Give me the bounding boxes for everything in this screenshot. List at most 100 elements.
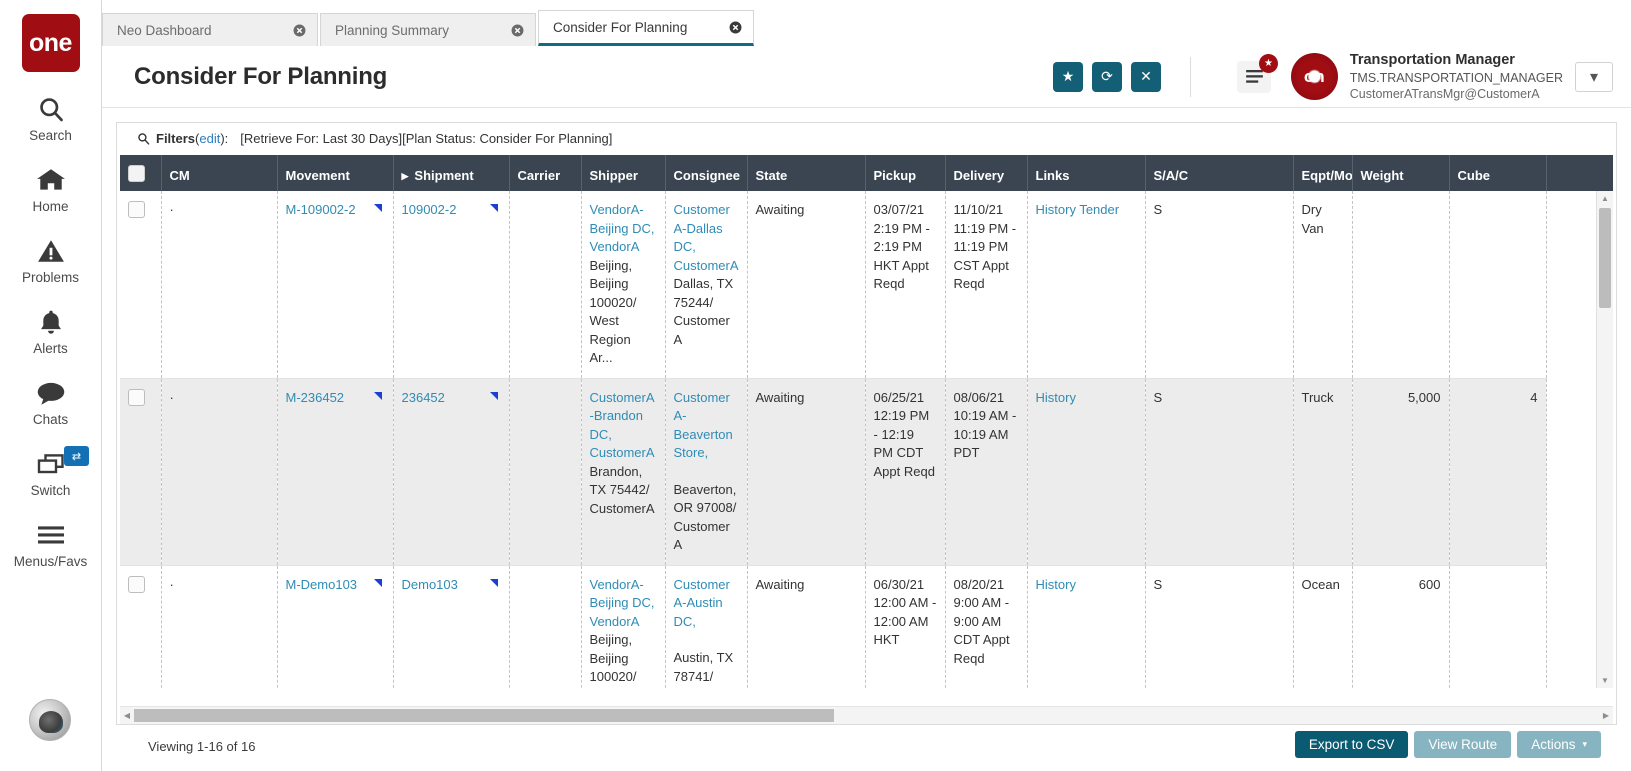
row-select-cell[interactable] — [120, 191, 161, 378]
table-row[interactable]: · M-Demo103 Demo103 VendorA-Beijing DC, … — [120, 565, 1546, 688]
cell-movement[interactable]: M-Demo103 — [277, 565, 393, 688]
cell-movement[interactable]: M-236452 — [277, 378, 393, 565]
panel-footer: Viewing 1-16 of 16 Export to CSV View Ro… — [116, 725, 1617, 771]
avatar[interactable]: on — [1291, 53, 1338, 100]
movement-link[interactable]: M-Demo103 — [286, 577, 358, 592]
row-checkbox[interactable] — [128, 201, 145, 218]
cell-consignee[interactable]: CustomerA-Dallas DC, CustomerA Dallas, T… — [665, 191, 747, 378]
shipment-link[interactable]: 236452 — [402, 390, 445, 405]
column-header-shipper[interactable]: Shipper — [581, 155, 665, 191]
column-header-eqpt[interactable]: Eqpt/Mod — [1293, 155, 1352, 191]
links-link[interactable]: History — [1036, 390, 1076, 405]
header-row: CM Movement ▶Shipment Carrier Shipper Co… — [120, 155, 1546, 191]
column-header-cm[interactable]: CM — [161, 155, 277, 191]
close-icon[interactable] — [511, 24, 524, 37]
row-checkbox[interactable] — [128, 389, 145, 406]
menu-button[interactable]: ★ — [1237, 61, 1271, 93]
column-header-weight[interactable]: Weight — [1352, 155, 1449, 191]
vertical-scrollbar[interactable]: ▲ ▼ — [1596, 191, 1613, 688]
view-route-button[interactable]: View Route — [1414, 731, 1511, 758]
select-all-checkbox[interactable] — [128, 165, 145, 182]
switch-badge-icon[interactable]: ⇄ — [64, 446, 89, 466]
cell-state: Awaiting — [747, 191, 865, 378]
cell-links[interactable]: History Tender — [1027, 191, 1145, 378]
cell-consignee[interactable]: CustomerA-Austin DC, Austin, TX 78741/ C… — [665, 565, 747, 688]
cell-shipment[interactable]: Demo103 — [393, 565, 509, 688]
vertical-scroll-thumb[interactable] — [1599, 208, 1611, 308]
row-select-cell[interactable] — [120, 378, 161, 565]
sidebar-item-alerts[interactable]: Alerts — [0, 307, 101, 356]
column-header-consignee[interactable]: Consignee — [665, 155, 747, 191]
close-button[interactable]: ✕ — [1131, 62, 1161, 92]
export-to-csv-button[interactable]: Export to CSV — [1295, 731, 1409, 758]
user-email: CustomerATransMgr@CustomerA — [1350, 86, 1563, 102]
scroll-down-icon[interactable]: ▼ — [1597, 673, 1613, 688]
shipment-link[interactable]: 109002-2 — [402, 202, 457, 217]
horizontal-scroll-track[interactable] — [134, 709, 1599, 722]
scroll-left-icon[interactable]: ◀ — [120, 711, 134, 720]
horizontal-scrollbar[interactable]: ◀ ▶ — [120, 706, 1613, 724]
note-flag-icon — [490, 392, 498, 400]
sidebar-item-search[interactable]: Search — [0, 94, 101, 143]
cell-eqpt: Dry Van — [1293, 191, 1352, 378]
tab-consider-for-planning[interactable]: Consider For Planning — [538, 10, 754, 46]
links-link[interactable]: History Tender — [1036, 202, 1120, 217]
column-header-movement[interactable]: Movement — [277, 155, 393, 191]
consignee-link[interactable]: CustomerA-Beaverton Store, — [674, 390, 733, 461]
actions-button[interactable]: Actions ▾ — [1517, 731, 1601, 758]
column-header-links[interactable]: Links — [1027, 155, 1145, 191]
sidebar-item-switch[interactable]: ⇄ Switch — [0, 449, 101, 498]
row-select-cell[interactable] — [120, 565, 161, 688]
row-checkbox[interactable] — [128, 576, 145, 593]
scroll-right-icon[interactable]: ▶ — [1599, 711, 1613, 720]
column-header-carrier[interactable]: Carrier — [509, 155, 581, 191]
cell-links[interactable]: History — [1027, 565, 1145, 688]
user-avatar-small[interactable] — [29, 699, 71, 741]
cell-links[interactable]: History — [1027, 378, 1145, 565]
filters-edit-link[interactable]: edit — [199, 131, 220, 146]
table-row[interactable]: · M-109002-2 109002-2 VendorA-Beijing DC… — [120, 191, 1546, 378]
sidebar-item-home[interactable]: Home — [0, 165, 101, 214]
shipper-link[interactable]: VendorA-Beijing DC, VendorA — [590, 202, 655, 254]
select-all-header[interactable] — [120, 155, 161, 191]
cell-shipper[interactable]: VendorA-Beijing DC, VendorA Beijing, Bei… — [581, 191, 665, 378]
cell-shipment[interactable]: 109002-2 — [393, 191, 509, 378]
app-root: one Search Home — [0, 0, 1631, 771]
cell-shipment[interactable]: 236452 — [393, 378, 509, 565]
cell-consignee[interactable]: CustomerA-Beaverton Store, Beaverton, OR… — [665, 378, 747, 565]
column-header-pickup[interactable]: Pickup — [865, 155, 945, 191]
horizontal-scroll-thumb[interactable] — [134, 709, 834, 722]
sidebar-item-problems[interactable]: Problems — [0, 236, 101, 285]
shipper-link[interactable]: CustomerA-Brandon DC, CustomerA — [590, 390, 655, 461]
close-icon[interactable] — [293, 24, 306, 37]
cell-movement[interactable]: M-109002-2 — [277, 191, 393, 378]
tab-planning-summary[interactable]: Planning Summary — [320, 13, 536, 46]
favorite-button[interactable]: ★ — [1053, 62, 1083, 92]
movement-link[interactable]: M-236452 — [286, 390, 345, 405]
cell-state: Awaiting — [747, 565, 865, 688]
movement-link[interactable]: M-109002-2 — [286, 202, 356, 217]
shipper-link[interactable]: VendorA-Beijing DC, VendorA — [590, 577, 655, 629]
column-header-shipment[interactable]: ▶Shipment — [393, 155, 509, 191]
cell-shipper[interactable]: VendorA-Beijing DC, VendorA Beijing, Bei… — [581, 565, 665, 688]
column-header-cube[interactable]: Cube — [1449, 155, 1546, 191]
consignee-link[interactable]: CustomerA-Dallas DC, CustomerA — [674, 202, 738, 273]
sidebar-item-chats[interactable]: Chats — [0, 378, 101, 427]
sidebar-item-menus-favs[interactable]: Menus/Favs — [0, 520, 101, 569]
column-header-state[interactable]: State — [747, 155, 865, 191]
table-row[interactable]: · M-236452 236452 CustomerA-Brandon DC, … — [120, 378, 1546, 565]
links-link[interactable]: History — [1036, 577, 1076, 592]
user-menu-toggle[interactable]: ▾ — [1575, 62, 1613, 92]
tab-neo-dashboard[interactable]: Neo Dashboard — [102, 13, 318, 46]
column-header-sac[interactable]: S/A/C — [1145, 155, 1293, 191]
consignee-link[interactable]: CustomerA-Austin DC, — [674, 577, 730, 629]
page-header: Consider For Planning ★ ⟳ ✕ ★ on Transpo… — [102, 46, 1631, 108]
shipment-link[interactable]: Demo103 — [402, 577, 458, 592]
cell-shipper[interactable]: CustomerA-Brandon DC, CustomerA Brandon,… — [581, 378, 665, 565]
scroll-up-icon[interactable]: ▲ — [1597, 191, 1613, 206]
column-header-delivery[interactable]: Delivery — [945, 155, 1027, 191]
refresh-button[interactable]: ⟳ — [1092, 62, 1122, 92]
home-icon — [36, 165, 66, 195]
grid-header: CM Movement ▶Shipment Carrier Shipper Co… — [120, 155, 1613, 191]
close-icon[interactable] — [729, 21, 742, 34]
